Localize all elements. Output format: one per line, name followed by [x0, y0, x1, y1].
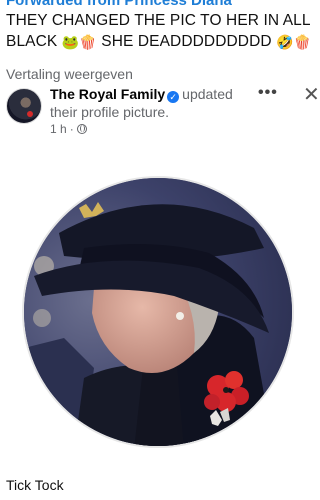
- forward-line[interactable]: Forwarded from Princess Diana: [6, 0, 232, 8]
- post-text: THEY CHANGED THE PIC TO HER IN ALL BLACK…: [6, 10, 314, 53]
- action-text-b: their profile picture.: [50, 104, 170, 120]
- page-name[interactable]: The Royal Family: [50, 86, 165, 102]
- post-text-line2-a: BLACK: [6, 33, 58, 50]
- frog-face-icon: 🐸: [61, 34, 80, 50]
- action-text-a: updated: [182, 86, 233, 102]
- avatar[interactable]: [6, 88, 42, 124]
- close-button[interactable]: ✕: [303, 82, 320, 107]
- popcorn-icon: 🍿: [293, 34, 312, 50]
- verified-badge-icon: ✓: [167, 91, 180, 103]
- post-time[interactable]: 1 h: [50, 122, 67, 136]
- globe-icon: [76, 124, 87, 134]
- post-text-line2-b: SHE DEADDDDDDDDD: [101, 33, 272, 50]
- forward-line-strip: Forwarded from Princess Diana: [0, 0, 318, 8]
- more-options-button[interactable]: •••: [258, 84, 278, 102]
- meta-separator: ·: [69, 122, 74, 136]
- profile-picture-art: [24, 178, 292, 446]
- translate-link[interactable]: Vertaling weergeven: [6, 66, 133, 82]
- name-line: The Royal Family ✓ updated: [50, 86, 233, 103]
- post-meta: 1 h ·: [50, 122, 87, 136]
- shared-post-header: The Royal Family ✓ updated their profile p…: [6, 84, 320, 138]
- poppy-mark: [27, 111, 33, 117]
- caption-text: Tick Tock: [6, 477, 64, 493]
- rolling-laughing-icon: 🤣: [276, 34, 294, 50]
- post-text-line1: THEY CHANGED THE PIC TO HER IN ALL: [6, 12, 311, 29]
- popcorn-icon: 🍿: [79, 34, 97, 50]
- profile-picture[interactable]: [22, 176, 294, 448]
